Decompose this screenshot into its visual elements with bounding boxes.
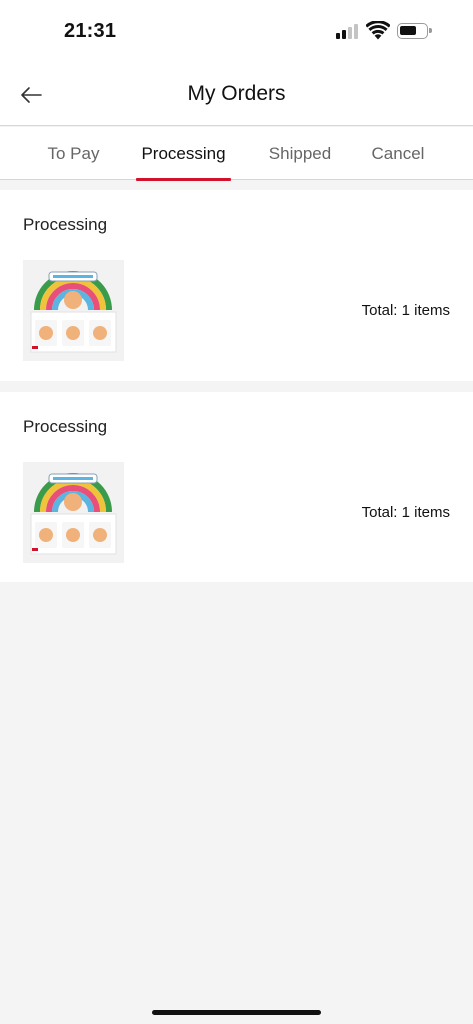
product-box-image — [23, 260, 124, 361]
active-tab-indicator — [136, 178, 231, 181]
product-thumbnail[interactable] — [23, 462, 124, 563]
tab-label: Cancel — [371, 143, 425, 163]
product-thumbnail[interactable] — [23, 260, 124, 361]
tab-to-pay[interactable]: To Pay — [39, 127, 108, 180]
tab-label: To Pay — [47, 143, 100, 163]
order-card[interactable]: Processing Total: 1 items — [0, 190, 473, 381]
order-total: Total: 1 items — [361, 504, 450, 521]
navigation-bar: My Orders — [0, 64, 473, 126]
order-status: Processing — [23, 417, 108, 436]
order-total: Total: 1 items — [361, 302, 450, 319]
status-time: 21:31 — [64, 20, 117, 42]
order-tabs: To Pay Processing Shipped Cancel — [0, 127, 473, 181]
home-indicator[interactable] — [152, 1010, 321, 1015]
order-status: Processing — [23, 215, 108, 234]
tab-label: Processing — [141, 143, 226, 163]
page-title: My Orders — [187, 82, 286, 105]
battery-icon — [397, 23, 432, 39]
cellular-signal-icon — [336, 24, 360, 39]
product-box-image — [23, 462, 124, 563]
tab-label: Shipped — [268, 143, 332, 163]
status-bar: 21:31 — [0, 0, 473, 64]
tab-shipped[interactable]: Shipped — [262, 127, 338, 180]
order-card[interactable]: Processing Total: 1 items — [0, 392, 473, 582]
tab-processing[interactable]: Processing — [136, 127, 231, 181]
tab-cancel[interactable]: Cancel — [366, 127, 430, 180]
wifi-icon — [366, 21, 390, 40]
